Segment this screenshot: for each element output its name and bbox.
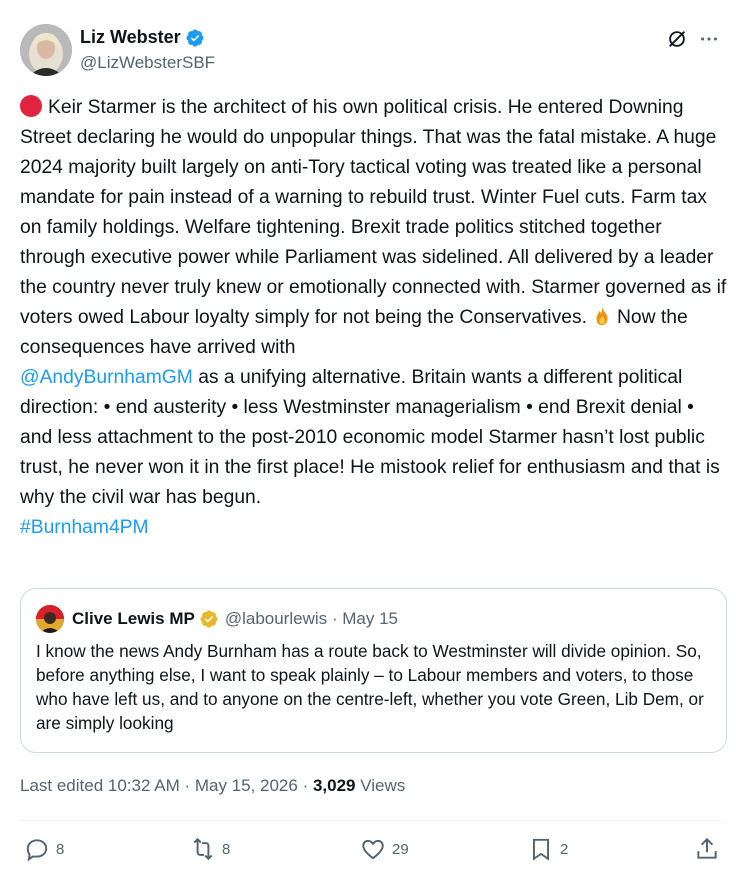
repost-icon bbox=[193, 837, 213, 861]
actions-divider bbox=[20, 820, 727, 821]
tweet-meta: Last edited 10:32 AM · May 15, 2026 · 3,… bbox=[20, 776, 405, 796]
repost-count: 8 bbox=[222, 840, 231, 858]
author-name-row: Liz Webster bbox=[80, 27, 205, 48]
share-icon bbox=[697, 837, 717, 859]
edited-timestamp[interactable]: Last edited 10:32 AM · May 15, 2026 · bbox=[20, 776, 308, 795]
tweet-text-part1: Keir Starmer is the architect of his own… bbox=[20, 97, 732, 328]
bookmark-count: 2 bbox=[560, 840, 569, 858]
views-count: 3,029 bbox=[312, 776, 356, 795]
bookmark-icon bbox=[532, 838, 550, 861]
quote-avatar bbox=[36, 605, 64, 633]
author-name[interactable]: Liz Webster bbox=[80, 27, 181, 48]
tweet-text: Keir Starmer is the architect of his own… bbox=[20, 93, 730, 543]
quote-author-name: Clive Lewis MP bbox=[72, 609, 195, 628]
reply-button[interactable]: 8 bbox=[24, 836, 64, 862]
quote-header: Clive Lewis MP @labourlewis · May 15 bbox=[72, 609, 398, 629]
mention-link[interactable]: @AndyBurnhamGM bbox=[20, 367, 193, 388]
quote-author-handle: @labourlewis bbox=[224, 609, 328, 628]
like-count: 29 bbox=[392, 840, 409, 858]
grok-icon[interactable] bbox=[666, 28, 688, 50]
more-icon[interactable] bbox=[698, 28, 720, 50]
author-handle[interactable]: @LizWebsterSBF bbox=[80, 53, 215, 73]
quoted-tweet[interactable]: Clive Lewis MP @labourlewis · May 15 I k… bbox=[20, 588, 727, 753]
bookmark-button[interactable]: 2 bbox=[528, 836, 568, 862]
repost-button[interactable]: 8 bbox=[190, 836, 230, 862]
author-avatar[interactable] bbox=[20, 24, 72, 76]
views-label: Views bbox=[360, 776, 406, 795]
verified-badge-icon bbox=[186, 28, 204, 47]
like-icon bbox=[362, 839, 384, 860]
quote-date: May 15 bbox=[342, 609, 398, 628]
quote-text: I know the news Andy Burnham has a route… bbox=[36, 641, 704, 733]
reply-count: 8 bbox=[56, 840, 65, 858]
action-bar: 8 8 29 2 bbox=[20, 836, 727, 866]
red-circle-emoji bbox=[20, 95, 42, 117]
tweet-text-part3: as a unifying alternative. Britain wants… bbox=[20, 367, 726, 508]
hashtag-link[interactable]: #Burnham4PM bbox=[20, 517, 149, 538]
quote-separator: · bbox=[327, 609, 343, 628]
fire-emoji bbox=[596, 306, 608, 326]
like-button[interactable]: 29 bbox=[360, 836, 409, 862]
reply-icon bbox=[26, 839, 48, 862]
tweet-header: Liz Webster @LizWebsterSBF bbox=[20, 24, 720, 76]
gold-verified-badge-icon bbox=[200, 610, 218, 628]
share-button[interactable] bbox=[694, 836, 720, 862]
